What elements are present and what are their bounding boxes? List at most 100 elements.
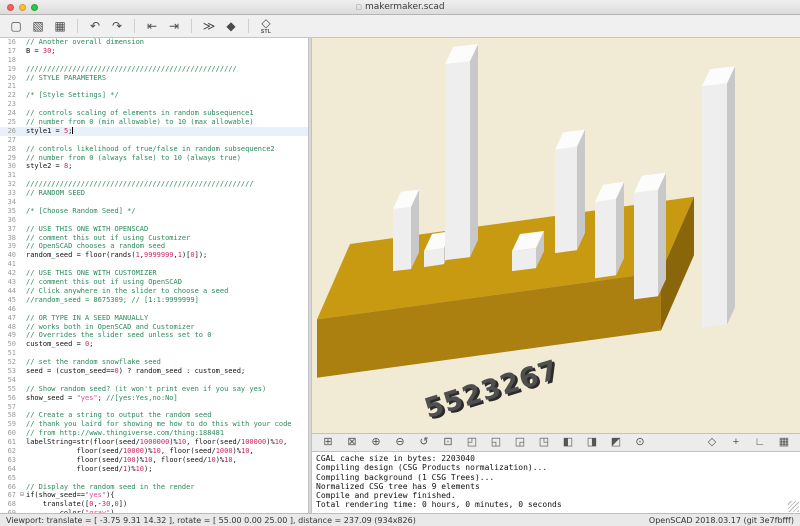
code-line[interactable]: 17B = 30; — [0, 47, 308, 56]
code-line[interactable]: 21 — [0, 82, 308, 91]
code-line[interactable]: 44// Click anywhere in the slider to cho… — [0, 287, 308, 296]
code-text: // Another overall dimension — [26, 38, 308, 47]
code-line[interactable]: 67⊟if(show_seed=="yes"){ — [0, 491, 308, 500]
line-number: 23 — [0, 100, 18, 109]
redo-button[interactable]: ↷ — [107, 16, 127, 37]
code-line[interactable]: 61labelString=str(floor(seed/1000000)%10… — [0, 438, 308, 447]
code-line[interactable]: 53seed = (custom_seed==0) ? random_seed … — [0, 367, 308, 376]
code-line[interactable]: 56show_seed = "yes"; //[yes:Yes,no:No] — [0, 394, 308, 403]
code-line[interactable]: 57 — [0, 403, 308, 412]
view-right-button[interactable]: ◳ — [532, 434, 556, 451]
render-button[interactable]: ◆ — [221, 16, 241, 37]
save-file-button[interactable]: ▦ — [50, 16, 70, 37]
code-line[interactable]: 41 — [0, 260, 308, 269]
code-line[interactable]: 36 — [0, 216, 308, 225]
code-line[interactable]: 16// Another overall dimension — [0, 38, 308, 47]
code-line[interactable]: 32//////////////////////////////////////… — [0, 180, 308, 189]
show-crosshairs-button[interactable]: + — [724, 434, 748, 451]
code-line[interactable]: 65 — [0, 474, 308, 483]
code-line[interactable]: 24// controls scaling of elements in ran… — [0, 109, 308, 118]
code-line[interactable]: 50custom_seed = 0; — [0, 340, 308, 349]
reset-view-button[interactable]: ↺ — [412, 434, 436, 451]
code-line[interactable]: 29// number from 0 (always false) to 10 … — [0, 154, 308, 163]
view-preview-button[interactable]: ⊞ — [316, 434, 340, 451]
fold-margin — [18, 331, 26, 340]
code-text: B = 30; — [26, 47, 308, 56]
code-line[interactable]: 45//random_seed = 8675309; // [1:1:99999… — [0, 296, 308, 305]
perspective-button[interactable]: ◇ — [700, 434, 724, 451]
code-line[interactable]: 30style2 = 8; — [0, 162, 308, 171]
code-line[interactable]: 54 — [0, 376, 308, 385]
code-line[interactable]: 55// Show random seed? (it won't print e… — [0, 385, 308, 394]
code-line[interactable]: 63 floor(seed/100)%10, floor(seed/10)%10… — [0, 456, 308, 465]
code-line[interactable]: 46 — [0, 305, 308, 314]
console-log[interactable]: CGAL cache size in bytes: 2203040Compili… — [312, 452, 800, 513]
undo-button[interactable]: ↶ — [85, 16, 105, 37]
code-line[interactable]: 19//////////////////////////////////////… — [0, 65, 308, 74]
code-line[interactable]: 68 translate([0,-30,0]) — [0, 500, 308, 509]
code-line[interactable]: 43// comment this out if using OpenSCAD — [0, 278, 308, 287]
code-line[interactable]: 64 floor(seed/1)%10); — [0, 465, 308, 474]
code-line[interactable]: 51 — [0, 349, 308, 358]
preview-button[interactable]: ≫ — [199, 16, 219, 37]
resize-grip[interactable] — [788, 501, 799, 512]
view-front-button[interactable]: ◧ — [556, 434, 580, 451]
view-all-button[interactable]: ⊡ — [436, 434, 460, 451]
line-number: 61 — [0, 438, 18, 447]
show-axes-button[interactable]: ∟ — [748, 434, 772, 451]
show-axes-icon: ∟ — [755, 437, 766, 448]
code-line[interactable]: 42// USE THIS ONE WITH CUSTOMIZER — [0, 269, 308, 278]
view-bottom-button[interactable]: ◱ — [484, 434, 508, 451]
code-line[interactable]: 58// Create a string to output the rando… — [0, 411, 308, 420]
indent-button[interactable]: ⇥ — [164, 16, 184, 37]
code-line[interactable]: 34 — [0, 198, 308, 207]
code-line[interactable]: 20// STYLE PARAMETERS — [0, 74, 308, 83]
code-line[interactable]: 59// thank you laird for showing me how … — [0, 420, 308, 429]
view-center-button[interactable]: ⊙ — [628, 434, 652, 451]
new-file-button[interactable]: ▢ — [6, 16, 26, 37]
view-back-button[interactable]: ◨ — [580, 434, 604, 451]
export-stl-button[interactable]: ◇STL — [256, 16, 276, 37]
code-line[interactable]: 48// works both in OpenSCAD and Customiz… — [0, 323, 308, 332]
code-line[interactable]: 23 — [0, 100, 308, 109]
code-line[interactable]: 25// number from 0 (min allowable) to 10… — [0, 118, 308, 127]
code-line[interactable]: 33// RANDOM SEED — [0, 189, 308, 198]
zoom-out-button[interactable]: ⊖ — [388, 434, 412, 451]
open-file-button[interactable]: ▧ — [28, 16, 48, 37]
zoom-button[interactable] — [31, 4, 38, 11]
view-toolbar: ⊞⊠⊕⊖↺⊡◰◱◲◳◧◨◩⊙ ◇+ ∟ ▦ — [312, 433, 800, 452]
line-number: 21 — [0, 82, 18, 91]
code-editor[interactable]: 16// Another overall dimension17B = 30;1… — [0, 38, 308, 513]
code-line[interactable]: 66// Display the random seed in the rend… — [0, 483, 308, 492]
view-top-button[interactable]: ◰ — [460, 434, 484, 451]
title-bar[interactable]: ▢ makermaker.scad — [0, 0, 800, 15]
code-line[interactable]: 60// from http://www.thingiverse.com/thi… — [0, 429, 308, 438]
3d-viewport[interactable]: 5523267 5523267 — [312, 38, 800, 433]
code-line[interactable]: 31 — [0, 171, 308, 180]
code-line[interactable]: 18 — [0, 56, 308, 65]
code-line[interactable]: 28// controls likelihood of true/false i… — [0, 145, 308, 154]
code-line[interactable]: 37// USE THIS ONE WITH OPENSCAD — [0, 225, 308, 234]
zoom-in-button[interactable]: ⊕ — [364, 434, 388, 451]
code-line[interactable]: 22/* [Style Settings] */ — [0, 91, 308, 100]
fold-marker-icon[interactable]: ⊟ — [18, 491, 26, 500]
code-text — [26, 82, 308, 91]
show-scale-markers-button[interactable]: ▦ — [772, 434, 796, 451]
close-button[interactable] — [7, 4, 14, 11]
code-line[interactable]: 27 — [0, 136, 308, 145]
code-line[interactable]: 26style1 = 5; — [0, 127, 308, 136]
code-line[interactable]: 62 floor(seed/10000)%10, floor(seed/1000… — [0, 447, 308, 456]
code-line[interactable]: 52// set the random snowflake seed — [0, 358, 308, 367]
minimize-button[interactable] — [19, 4, 26, 11]
code-line[interactable]: 47// OR TYPE IN A SEED MANUALLY — [0, 314, 308, 323]
view-left-button[interactable]: ◲ — [508, 434, 532, 451]
line-number: 55 — [0, 385, 18, 394]
code-line[interactable]: 40random_seed = floor(rands(1,9999999,1)… — [0, 251, 308, 260]
code-line[interactable]: 49// Overrides the slider seed unless se… — [0, 331, 308, 340]
code-line[interactable]: 39// OpenSCAD chooses a random seed — [0, 242, 308, 251]
view-render-button[interactable]: ⊠ — [340, 434, 364, 451]
code-line[interactable]: 35/* [Choose Random Seed] */ — [0, 207, 308, 216]
view-diagonal-button[interactable]: ◩ — [604, 434, 628, 451]
code-line[interactable]: 38// comment this out if using Customize… — [0, 234, 308, 243]
unindent-button[interactable]: ⇤ — [142, 16, 162, 37]
